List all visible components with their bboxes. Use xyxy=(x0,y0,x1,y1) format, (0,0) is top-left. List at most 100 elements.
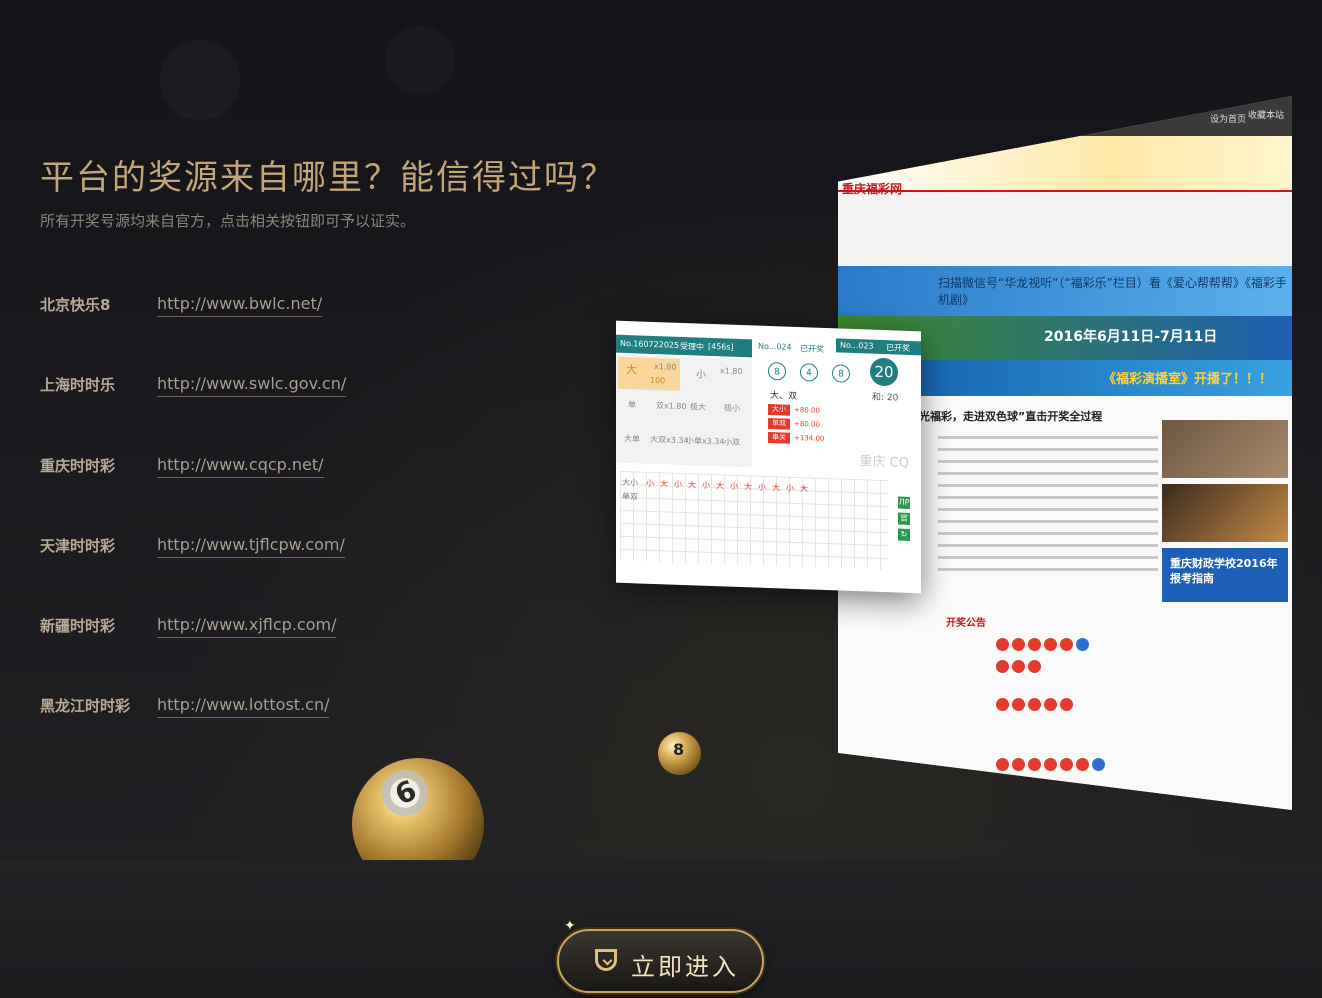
site-ball-row xyxy=(996,636,1092,651)
result-panel: No...024 已开奖 No...023 已开奖 8 4 8 20 和: 20… xyxy=(754,331,921,476)
result-widget: No.160722025 受理中 [456s] 大 x1.80 100 小 x1… xyxy=(616,320,921,594)
lottery-ball-number: 6 xyxy=(389,773,422,812)
bet-cell[interactable]: 大单 xyxy=(624,433,640,445)
source-link[interactable]: http://www.bwlc.net/ xyxy=(157,294,323,317)
site-ball-row xyxy=(996,756,1108,771)
trend-label: 大小 xyxy=(622,477,638,488)
site-banner-wechat: 扫描微信号“华龙视听”（“福彩乐”栏目）看《爱心帮帮帮》《福彩手机剧》 xyxy=(838,266,1292,316)
bet-big-label: 大 xyxy=(626,363,637,377)
source-link[interactable]: http://www.xjflcp.com/ xyxy=(157,615,337,639)
bet-payout: +134.00 xyxy=(794,433,825,443)
widget-status: 受理中 xyxy=(680,341,704,352)
page-title: 平台的奖源来自哪里？能信得过吗？ xyxy=(40,158,616,198)
trend-mark: 小 xyxy=(758,482,766,492)
site-ad-text: 重庆财政学校2016年报考指南 xyxy=(1170,557,1278,585)
trend-side-button[interactable]: 官 xyxy=(898,512,910,525)
trend-mark: 大 xyxy=(772,483,780,493)
site-banner-text: 《福彩演播室》开播了！！！ xyxy=(1102,372,1272,387)
source-name: 新疆时时彩 xyxy=(40,617,116,636)
site-banner-text: 2016年6月11日-7月11日 xyxy=(1044,329,1218,345)
result-ball: 8 xyxy=(768,361,786,381)
source-name: 北京快乐8 xyxy=(40,296,111,314)
refresh-icon[interactable]: ↻ xyxy=(898,528,910,541)
bet-payout: +80.00 xyxy=(794,405,820,415)
bet-big-amount: 100 xyxy=(650,375,666,386)
widget-odds-code: [456s] xyxy=(708,341,734,352)
result-type: 大、双 xyxy=(770,391,798,402)
site-news-headline: 阳光福彩，走进双色球”直击开奖全过程 xyxy=(908,410,1103,423)
trend-mark: 大 xyxy=(660,479,668,489)
source-list: 北京快乐8 http://www.bwlc.net/ 上海时时乐 http://… xyxy=(40,292,560,774)
trend-mark: 大 xyxy=(716,481,724,491)
trend-mark: 小 xyxy=(702,480,710,490)
trend-mark: 大 xyxy=(800,484,808,494)
site-ball-row xyxy=(996,696,1076,711)
source-row: 重庆时时彩 http://www.cqcp.net/ xyxy=(40,453,560,533)
site-announce-title: 开奖公告 xyxy=(946,618,986,629)
trend-side-button[interactable]: ЛР xyxy=(898,496,910,509)
result-issue: No...024 xyxy=(758,341,792,352)
site-photo xyxy=(1162,420,1288,478)
source-name: 重庆时时彩 xyxy=(40,456,116,475)
trend-mark: 大 xyxy=(744,482,752,492)
sparkle-icon: ✦ xyxy=(564,918,576,934)
source-link[interactable]: http://www.swlc.gov.cn/ xyxy=(157,374,347,398)
trend-mark: 小 xyxy=(730,481,738,491)
trend-mark: 小 xyxy=(674,479,682,489)
prev-issue-number: No...023 xyxy=(840,340,874,351)
page-subtitle: 所有开奖号源均来自官方，点击相关按钮即可予以证实。 xyxy=(40,212,416,230)
site-ball-row xyxy=(996,658,1044,673)
bet-small-label[interactable]: 小 xyxy=(696,365,706,380)
bet-tag: 大小 xyxy=(768,403,790,416)
source-row: 黑龙江时时彩 http://www.lottost.cn/ xyxy=(40,693,560,773)
source-link[interactable]: http://www.lottost.cn/ xyxy=(157,695,330,719)
bet-tag: 串关 xyxy=(768,431,790,444)
bet-payout: +80.00 xyxy=(794,419,820,429)
lottery-ball-number: 8 xyxy=(673,740,685,759)
bet-cell[interactable]: 小双 xyxy=(724,436,740,448)
bet-grid: 大 x1.80 100 小 x1.80 单 双x1.80 极大 极小 大单 大双… xyxy=(616,354,752,468)
bet-cell[interactable]: 极大 xyxy=(690,401,706,413)
result-city: 重庆 CQ xyxy=(859,454,909,471)
site-sidebar: 重庆财政学校2016年报考指南 xyxy=(1162,396,1288,810)
source-name: 上海时时乐 xyxy=(40,376,116,395)
trend-label: 单双 xyxy=(622,491,638,502)
bet-cell[interactable]: 双x1.80 xyxy=(656,400,687,412)
result-ball: 4 xyxy=(800,363,818,382)
trend-mark: 大 xyxy=(688,480,696,490)
site-favorite-link: 收藏本站 xyxy=(1248,111,1285,121)
site-ad-banner: 重庆财政学校2016年报考指南 xyxy=(1162,548,1288,602)
source-row: 新疆时时彩 http://www.xjflcp.com/ xyxy=(40,613,560,693)
source-row: 上海时时乐 http://www.swlc.gov.cn/ xyxy=(40,372,560,452)
enter-button[interactable]: 立即进入 xyxy=(557,929,764,993)
site-logo: 重庆福彩网 xyxy=(842,182,903,196)
bet-cell[interactable]: 大双x3.34 xyxy=(650,434,689,446)
bet-cell[interactable]: 小单x3.34 xyxy=(686,435,725,447)
site-photo xyxy=(1162,484,1288,542)
source-link[interactable]: http://www.cqcp.net/ xyxy=(157,455,324,478)
result-ball: 8 xyxy=(832,364,850,383)
source-link[interactable]: http://www.tjflcpw.com/ xyxy=(157,535,345,558)
trend-mark: 小 xyxy=(786,483,794,493)
bet-cell[interactable]: 极小 xyxy=(724,402,740,414)
source-name: 黑龙江时时彩 xyxy=(40,697,131,716)
trend-mark: 小 xyxy=(646,478,654,489)
shield-icon xyxy=(595,949,617,971)
site-banner-text: 扫描微信号“华龙视听”（“福彩乐”栏目）看《爱心帮帮帮》《福彩手机剧》 xyxy=(938,276,1287,307)
result-sum-label: 和: 20 xyxy=(872,392,899,404)
lottery-ball-small: 8 xyxy=(658,732,701,775)
bet-big-odds: x1.80 xyxy=(654,362,677,372)
source-row: 北京快乐8 http://www.bwlc.net/ xyxy=(40,292,560,372)
bet-cell[interactable]: 单 xyxy=(628,399,636,410)
result-status: 已开奖 xyxy=(800,344,824,354)
source-name: 天津时时彩 xyxy=(40,536,116,555)
enter-button-label: 立即进入 xyxy=(631,953,739,981)
prev-issue-tab[interactable]: No...023 已开奖 xyxy=(836,338,921,356)
source-row: 天津时时彩 http://www.tjflcpw.com/ xyxy=(40,533,560,613)
bet-small-odds: x1.80 xyxy=(720,366,743,377)
bet-tag: 单双 xyxy=(768,417,790,430)
prev-issue-status: 已开奖 xyxy=(886,343,910,353)
site-news-lines xyxy=(938,436,1158,580)
site-home-link: 设为首页 xyxy=(1210,115,1247,125)
result-sum-ball: 20 xyxy=(870,357,898,387)
